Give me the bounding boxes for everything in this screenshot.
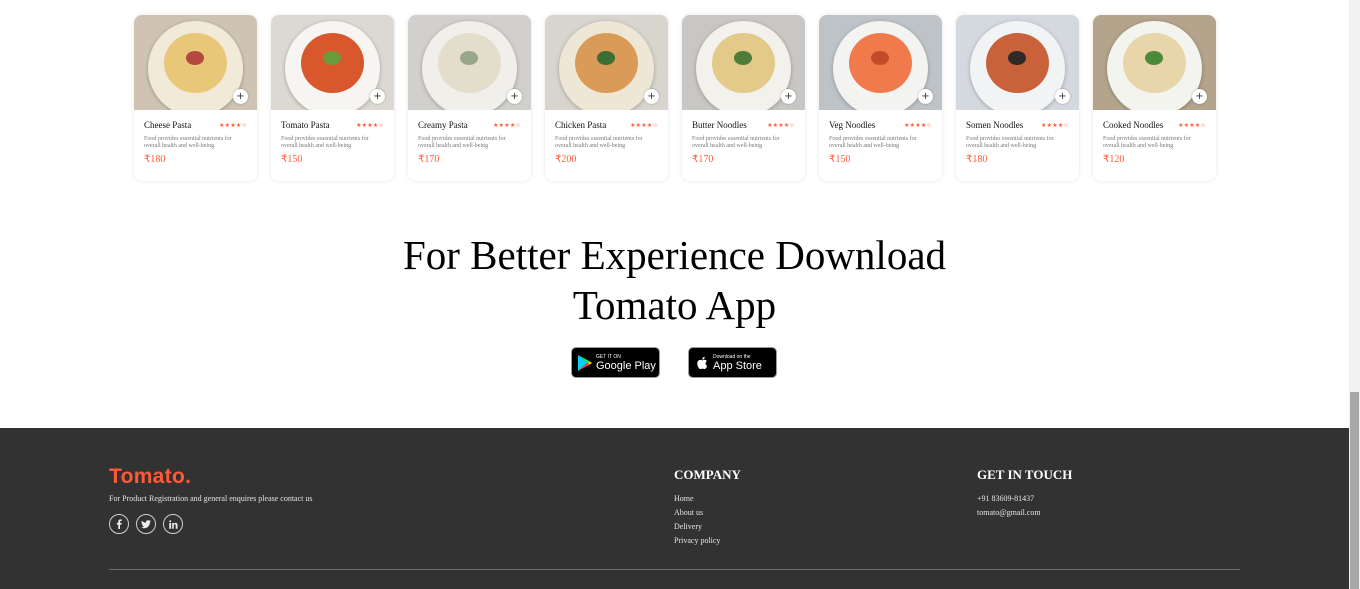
food-description: Food provides essential nutrients for ov… [555,136,643,149]
add-to-cart-icon[interactable]: + [1192,89,1207,104]
footer-link-home[interactable]: Home [674,492,720,506]
food-image: + [956,15,1079,110]
food-price: ₹150 [281,154,303,165]
food-price: ₹120 [1103,154,1125,165]
food-card[interactable]: + Cooked Noodles ★★★★☆ Food provides essent… [1093,15,1216,181]
food-image: + [408,15,531,110]
garnish-shape [460,51,478,65]
food-image: + [1093,15,1216,110]
company-heading: COMPANY [674,467,741,482]
footer-link-about[interactable]: About us [674,506,720,520]
rating-stars-icon: ★★★★☆ [1178,121,1206,129]
twitter-icon[interactable] [136,514,156,534]
garnish-shape [597,51,615,65]
garnish-shape [323,51,341,65]
food-description: Food provides essential nutrients for ov… [418,136,506,149]
food-price: ₹150 [829,154,851,165]
add-to-cart-icon[interactable]: + [1055,89,1070,104]
footer-link-privacy[interactable]: Privacy policy [674,534,720,548]
food-description: Food provides essential nutrients for ov… [829,136,917,149]
apple-icon [696,356,708,370]
add-to-cart-icon[interactable]: + [507,89,522,104]
garnish-shape [871,51,889,65]
contact-list: +91 83609-81437 tomato@gmail.com [977,492,1041,520]
garnish-shape [186,51,204,65]
food-price: ₹180 [966,154,988,165]
food-name: Creamy Pasta [418,120,468,130]
rating-stars-icon: ★★★★☆ [904,121,932,129]
add-to-cart-icon[interactable]: + [918,89,933,104]
footer-divider [109,569,1240,570]
google-play-big-text: Google Play [596,359,656,372]
rating-stars-icon: ★★★★☆ [219,121,247,129]
food-name: Veg Noodles [829,120,876,130]
food-description: Food provides essential nutrients for ov… [281,136,369,149]
scrollbar-thumb[interactable] [1350,392,1359,589]
app-download-title-line2: Tomato App [572,282,777,328]
food-list: + Cheese Pasta ★★★★☆ Food provides essentia… [134,15,1216,181]
garnish-shape [1008,51,1026,65]
rating-stars-icon: ★★★★☆ [767,121,795,129]
app-store-big-text: App Store [713,359,762,372]
food-description: Food provides essential nutrients for ov… [692,136,780,149]
food-name: Somen Noodles [966,120,1024,130]
food-description: Food provides essential nutrients for ov… [966,136,1054,149]
food-card[interactable]: + Chicken Pasta ★★★★☆ Food provides essenti… [545,15,668,181]
food-image: + [134,15,257,110]
food-card[interactable]: + Creamy Pasta ★★★★☆ Food provides essentia… [408,15,531,181]
food-card[interactable]: + Somen Noodles ★★★★☆ Food provides essenti… [956,15,1079,181]
food-card[interactable]: + Veg Noodles ★★★★☆ Food provides essential… [819,15,942,181]
food-image: + [545,15,668,110]
add-to-cart-icon[interactable]: + [233,89,248,104]
google-play-icon [578,354,592,371]
footer-logo[interactable]: Tomato. [109,465,191,489]
add-to-cart-icon[interactable]: + [370,89,385,104]
footer-tagline: For Product Registration and general enq… [109,494,313,503]
footer-link-delivery[interactable]: Delivery [674,520,720,534]
google-play-button[interactable]: GET IT ON Google Play [571,347,660,378]
rating-stars-icon: ★★★★☆ [630,121,658,129]
food-price: ₹180 [144,154,166,165]
food-card[interactable]: + Tomato Pasta ★★★★☆ Food provides essentia… [271,15,394,181]
app-store-button[interactable]: Download on the App Store [688,347,777,378]
food-name: Chicken Pasta [555,120,607,130]
contact-email: tomato@gmail.com [977,508,1041,517]
food-price: ₹200 [555,154,577,165]
contact-heading: GET IN TOUCH [977,467,1073,482]
food-description: Food provides essential nutrients for ov… [1103,136,1191,149]
facebook-icon[interactable] [109,514,129,534]
food-name: Cooked Noodles [1103,120,1164,130]
rating-stars-icon: ★★★★☆ [1041,121,1069,129]
linkedin-icon[interactable] [163,514,183,534]
rating-stars-icon: ★★★★☆ [493,121,521,129]
company-links: Home About us Delivery Privacy policy [674,492,720,548]
social-links [109,514,183,534]
rating-stars-icon: ★★★★☆ [356,121,384,129]
food-price: ₹170 [418,154,440,165]
garnish-shape [734,51,752,65]
food-image: + [682,15,805,110]
food-name: Butter Noodles [692,120,747,130]
food-image: + [819,15,942,110]
food-card[interactable]: + Butter Noodles ★★★★☆ Food provides essent… [682,15,805,181]
add-to-cart-icon[interactable]: + [644,89,659,104]
page-scrollbar[interactable] [1349,0,1360,589]
food-name: Tomato Pasta [281,120,330,130]
app-download-heading: For Better Experience Download Tomato Ap… [0,230,1349,330]
garnish-shape [1145,51,1163,65]
food-image: + [271,15,394,110]
food-card[interactable]: + Cheese Pasta ★★★★☆ Food provides essentia… [134,15,257,181]
food-name: Cheese Pasta [144,120,192,130]
add-to-cart-icon[interactable]: + [781,89,796,104]
footer: Tomato. For Product Registration and gen… [0,428,1349,589]
food-description: Food provides essential nutrients for ov… [144,136,232,149]
contact-phone: +91 83609-81437 [977,494,1035,503]
app-download-title-line1: For Better Experience Download [402,232,947,278]
food-price: ₹170 [692,154,714,165]
